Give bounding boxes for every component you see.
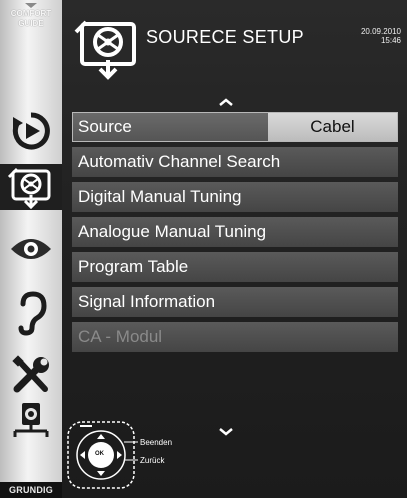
source-setup-icon[interactable] [0,164,62,210]
menu-item-ca-modul: CA - Modul [72,322,398,352]
source-setup-header-icon [74,14,140,85]
scroll-down-icon[interactable] [218,424,234,442]
date-text: 20.09.2010 [360,27,401,36]
network-icon[interactable] [0,396,62,442]
menu-item-analogue-manual-tuning[interactable]: Analogue Manual Tuning [72,217,398,247]
time-text: 15:46 [380,36,401,45]
ok-button-label: OK [95,451,104,457]
exit-hint: Beenden [140,438,173,447]
source-setup-menu: Source Cabel Automativ Channel Search Di… [72,112,398,357]
menu-item-source[interactable]: Source Cabel [72,112,398,142]
menu-item-signal-information[interactable]: Signal Information [72,287,398,317]
brand-logo: GRUNDIG [0,482,62,498]
main-panel: SOURECE SETUP 20.09.2010 15:46 Source Ca… [62,0,407,498]
source-value[interactable]: Cabel [268,113,397,141]
picture-icon[interactable] [0,226,62,272]
source-icon[interactable] [0,108,62,154]
menu-item-program-table[interactable]: Program Table [72,252,398,282]
remote-control-hint: OK Beenden Zurück [66,420,172,495]
comfort-line-1: COMFORT [10,9,52,18]
page-title: SOURECE SETUP [146,27,304,47]
source-label: Source [78,117,132,136]
menu-item-digital-manual-tuning[interactable]: Digital Manual Tuning [72,182,398,212]
back-hint: Zurück [140,456,165,465]
scroll-up-icon[interactable] [218,94,234,112]
comfort-line-2: GUIDE [18,19,44,28]
sound-icon[interactable] [0,290,62,336]
sidebar: COMFORT GUIDE GRUNDIG [0,0,62,498]
comfort-guide-label: COMFORT GUIDE [0,0,62,40]
menu-item-automatic-channel-search[interactable]: Automativ Channel Search [72,147,398,177]
date-time: 20.09.2010 15:46 [361,27,401,45]
settings-icon[interactable] [0,352,62,398]
comfort-guide-arrow-icon [25,3,37,8]
